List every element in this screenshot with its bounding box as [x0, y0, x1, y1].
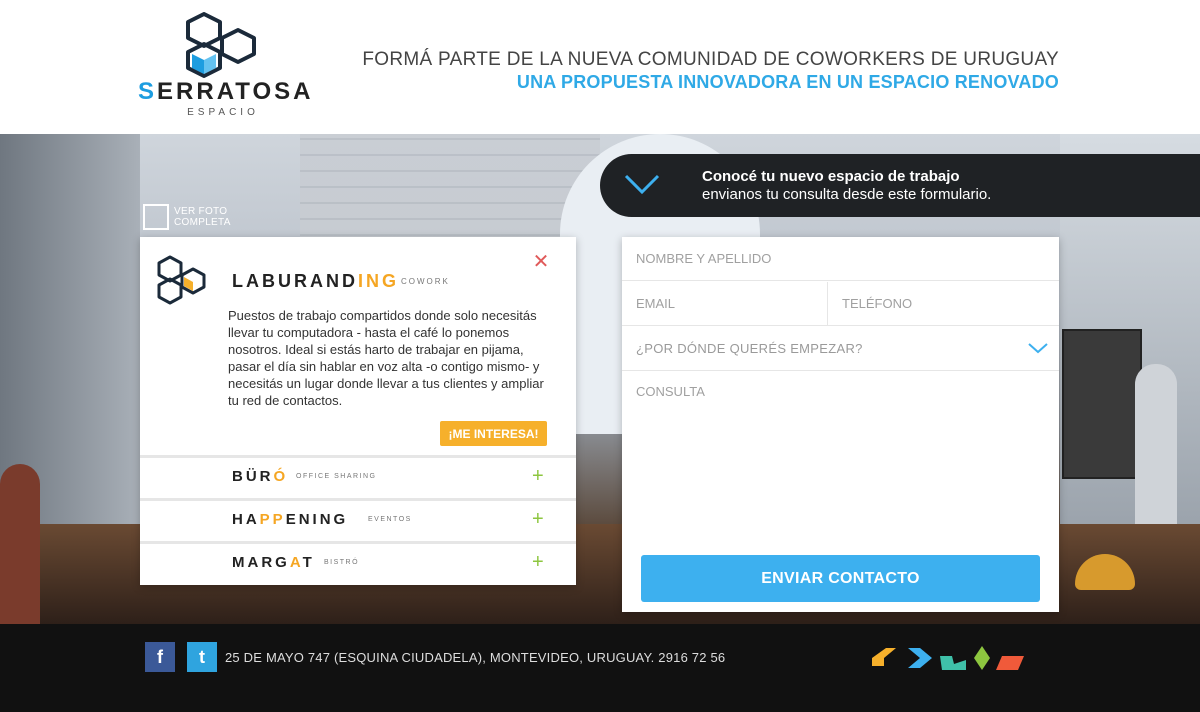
service-name-part: BÜR	[232, 468, 274, 485]
site-footer: f t 25 DE MAYO 747 (ESQUINA CIUDADELA), …	[0, 624, 1200, 712]
service-name-part: T	[302, 554, 315, 571]
expand-plus-icon[interactable]: +	[532, 552, 544, 572]
start-select[interactable]: ¿POR DÓNDE QUERÉS EMPEZAR?	[622, 327, 1059, 371]
photo-person	[0, 464, 40, 624]
view-full-photo-label: VER FOTO COMPLETA	[174, 206, 231, 228]
site-header: SERRATOSA ESPACIO FORMÁ PARTE DE LA NUEV…	[0, 0, 1200, 134]
logo-wordmark[interactable]: SERRATOSA	[138, 78, 310, 105]
logo-wordmark-accent: S	[138, 78, 158, 105]
contact-form: ¿POR DÓNDE QUERÉS EMPEZAR? ENVIAR CONTAC…	[622, 237, 1059, 612]
service-name-part: ENING	[285, 511, 349, 528]
facebook-icon[interactable]: f	[145, 642, 175, 672]
laburanding-logo-icon	[157, 255, 206, 305]
service-name-accent: Ó	[273, 468, 289, 485]
query-field-wrapper	[622, 372, 1059, 542]
tagline-primary: FORMÁ PARTE DE LA NUEVA COMUNIDAD DE COW…	[362, 49, 1059, 70]
footer-address: 25 DE MAYO 747 (ESQUINA CIUDADELA), MONT…	[225, 650, 726, 665]
phone-field[interactable]	[828, 282, 1059, 325]
tagline-secondary: UNA PROPUESTA INNOVADORA EN UN ESPACIO R…	[516, 72, 1059, 92]
chevron-down-icon	[1028, 343, 1048, 354]
brand-accent: ING	[358, 271, 400, 291]
view-full-photo-link[interactable]: VER FOTO COMPLETA	[143, 203, 238, 231]
interest-button[interactable]: ¡ME INTERESA!	[440, 421, 547, 446]
service-subtitle: OFFICE SHARING	[296, 473, 377, 480]
query-field[interactable]	[622, 372, 1059, 542]
banner-subtitle: envianos tu consulta desde este formular…	[702, 186, 992, 203]
logo-subtitle: ESPACIO	[187, 107, 259, 118]
photo-person	[1135, 364, 1177, 524]
expand-plus-icon[interactable]: +	[532, 509, 544, 529]
service-row-happening[interactable]: HAPPENING EVENTOS +	[140, 498, 576, 538]
brand-subtitle: COWORK	[401, 277, 450, 286]
service-row-margat[interactable]: MARGAT BISTRÓ +	[140, 541, 576, 581]
service-name-part: MARG	[232, 554, 290, 571]
email-field[interactable]	[622, 282, 827, 325]
twitter-icon[interactable]: t	[187, 642, 217, 672]
serratosa-logo-icon[interactable]	[186, 12, 260, 78]
brand-main: LABURAND	[232, 271, 358, 291]
email-field-wrapper	[622, 282, 828, 326]
service-subtitle: EVENTOS	[368, 516, 412, 523]
service-row-buro[interactable]: BÜRÓ OFFICE SHARING +	[140, 455, 576, 495]
brand-shapes-icon	[872, 646, 1024, 670]
name-field-wrapper	[622, 237, 1059, 281]
service-subtitle: BISTRÓ	[324, 559, 360, 566]
service-name: MARGAT	[232, 554, 315, 571]
service-name: BÜRÓ	[232, 468, 288, 485]
service-name-part: HA	[232, 511, 260, 528]
service-card: LABURANDING COWORK ✕ Puestos de trabajo …	[140, 237, 576, 585]
close-icon[interactable]: ✕	[532, 252, 550, 272]
service-name-accent: A	[289, 554, 303, 571]
service-name-accent: PP	[259, 511, 286, 528]
service-description: Puestos de trabajo compartidos donde sol…	[228, 308, 544, 408]
start-select-label: ¿POR DÓNDE QUERÉS EMPEZAR?	[636, 341, 863, 356]
submit-contact-button[interactable]: ENVIAR CONTACTO	[641, 555, 1040, 602]
external-photo-icon	[143, 204, 169, 230]
photo-vending-machine	[1062, 329, 1142, 479]
banner-title: Conocé tu nuevo espacio de trabajo	[702, 168, 960, 185]
logo-wordmark-rest: ERRATOSA	[157, 78, 314, 105]
phone-field-wrapper	[828, 282, 1059, 326]
contact-banner: Conocé tu nuevo espacio de trabajo envia…	[600, 154, 1200, 217]
service-name: HAPPENING	[232, 511, 348, 528]
name-field[interactable]	[622, 237, 1059, 280]
expand-plus-icon[interactable]: +	[532, 466, 544, 486]
chevron-down-icon	[624, 174, 660, 195]
laburanding-brand: LABURANDING	[232, 271, 399, 292]
